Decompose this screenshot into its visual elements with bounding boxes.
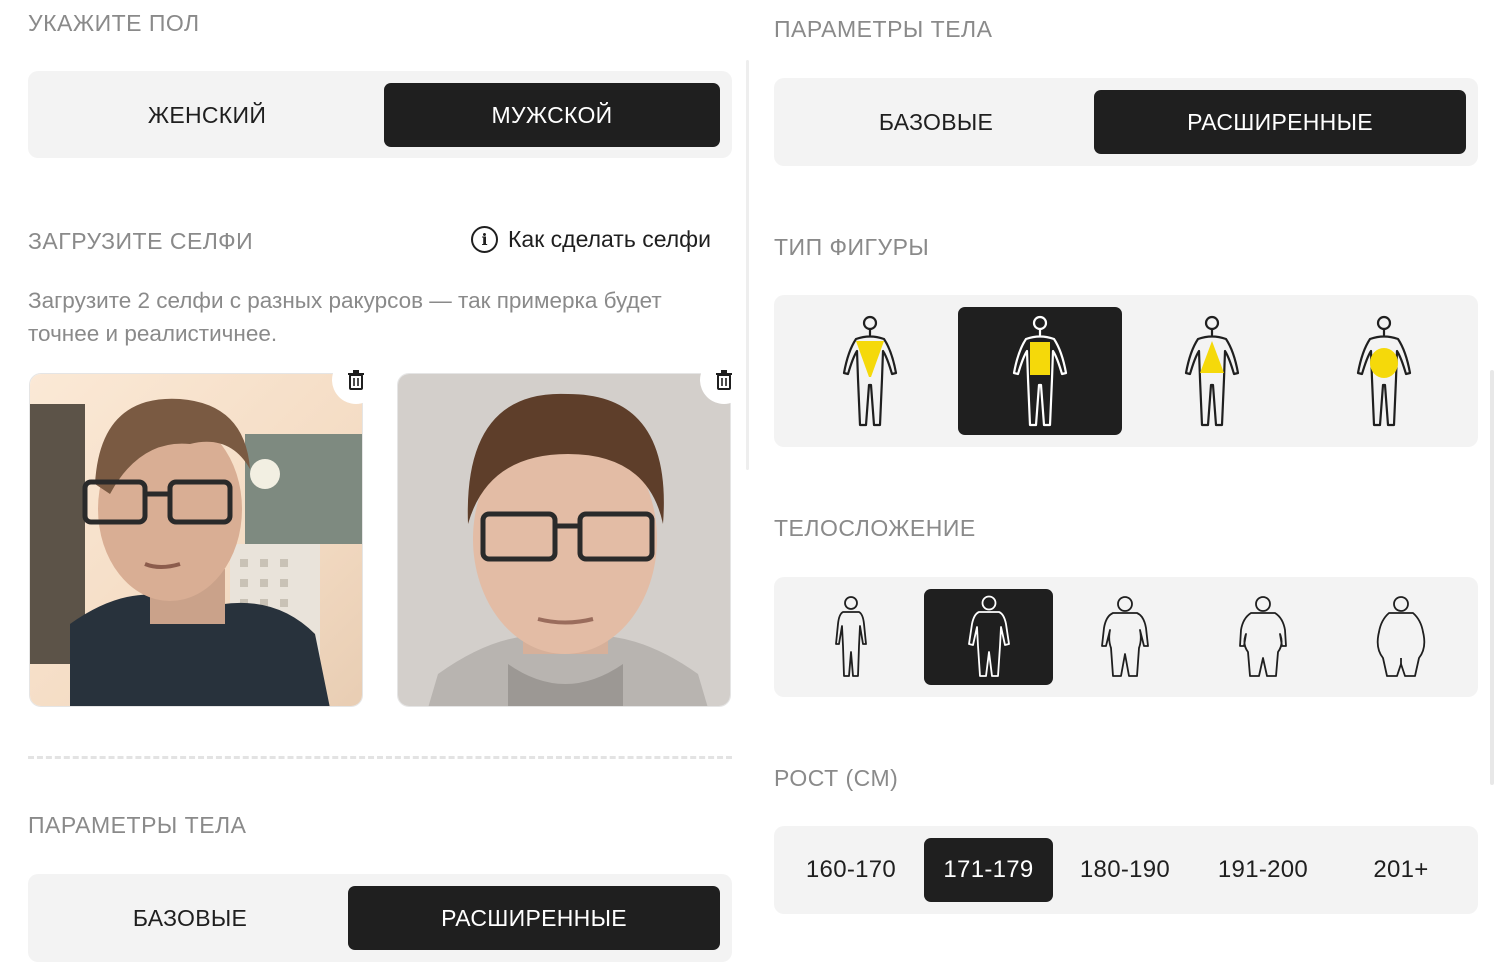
height-option-180-190[interactable]: 180-190 [1061, 838, 1189, 902]
body-params-basic-right[interactable]: БАЗОВЫЕ [788, 90, 1084, 154]
trash-icon [348, 370, 364, 390]
rectangle-figure-icon [1012, 315, 1068, 427]
build-option-2[interactable] [924, 589, 1053, 685]
selfie-photo-2-image [398, 374, 730, 706]
build-selector [774, 577, 1478, 697]
body-params-selector-right: БАЗОВЫЕ РАСШИРЕННЫЕ [774, 78, 1478, 166]
inverted-triangle-figure-icon [842, 315, 898, 427]
stocky-body-icon [1101, 596, 1149, 677]
height-option-191-200[interactable]: 191-200 [1199, 838, 1327, 902]
selfie-hint: Загрузите 2 селфи с разных ракурсов — та… [28, 288, 662, 346]
scrollbar[interactable] [1490, 370, 1494, 785]
obese-body-icon [1376, 596, 1426, 677]
gender-selector: ЖЕНСКИЙ МУЖСКОЙ [28, 71, 732, 158]
selfie-section-title: ЗАГРУЗИТЕ СЕЛФИ [28, 228, 254, 254]
average-body-icon [967, 595, 1010, 677]
height-option-201-plus[interactable]: 201+ [1337, 838, 1465, 902]
figure-option-oval[interactable] [1302, 307, 1466, 435]
figure-option-rectangle[interactable] [958, 307, 1122, 435]
build-option-4[interactable] [1199, 589, 1327, 685]
height-selector: 160-170 171-179 180-190 191-200 201+ [774, 826, 1478, 914]
build-option-3[interactable] [1061, 589, 1189, 685]
oval-figure-icon [1356, 315, 1412, 427]
gender-option-female[interactable]: ЖЕНСКИЙ [42, 83, 372, 147]
triangle-figure-icon [1184, 315, 1240, 427]
figure-type-selector [774, 295, 1478, 447]
figure-option-inverted-triangle[interactable] [788, 307, 952, 435]
how-to-selfie-label: Как сделать селфи [508, 226, 711, 252]
build-title: ТЕЛОСЛОЖЕНИЕ [774, 515, 976, 541]
selfie-photo-2[interactable] [397, 373, 731, 707]
height-option-160-170[interactable]: 160-170 [788, 838, 914, 902]
height-title: РОСТ (СМ) [774, 765, 899, 791]
build-option-1[interactable] [788, 589, 914, 685]
figure-type-title: ТИП ФИГУРЫ [774, 234, 930, 260]
info-icon: i [471, 226, 498, 253]
height-option-171-179[interactable]: 171-179 [924, 838, 1053, 902]
section-divider [28, 756, 732, 759]
build-option-5[interactable] [1337, 589, 1465, 685]
selfie-photo-1[interactable] [29, 373, 363, 707]
figure-option-triangle[interactable] [1130, 307, 1294, 435]
delete-photo-2-button[interactable] [700, 356, 748, 404]
body-params-basic-left[interactable]: БАЗОВЫЕ [42, 886, 338, 950]
column-divider [746, 60, 749, 470]
how-to-selfie-link[interactable]: i Как сделать селфи [471, 226, 711, 253]
body-params-title-left: ПАРАМЕТРЫ ТЕЛА [28, 812, 247, 838]
gender-section-title: УКАЖИТЕ ПОЛ [28, 10, 200, 36]
body-params-title-right: ПАРАМЕТРЫ ТЕЛА [774, 16, 993, 42]
gender-option-male[interactable]: МУЖСКОЙ [384, 83, 720, 147]
delete-photo-1-button[interactable] [332, 356, 380, 404]
body-params-extended-right[interactable]: РАСШИРЕННЫЕ [1094, 90, 1466, 154]
body-params-extended-left[interactable]: РАСШИРЕННЫЕ [348, 886, 720, 950]
full-body-icon [1239, 596, 1287, 677]
slim-body-icon [835, 596, 867, 677]
body-params-selector-left: БАЗОВЫЕ РАСШИРЕННЫЕ [28, 874, 732, 962]
trash-icon [716, 370, 732, 390]
selfie-photo-1-image [30, 374, 362, 706]
